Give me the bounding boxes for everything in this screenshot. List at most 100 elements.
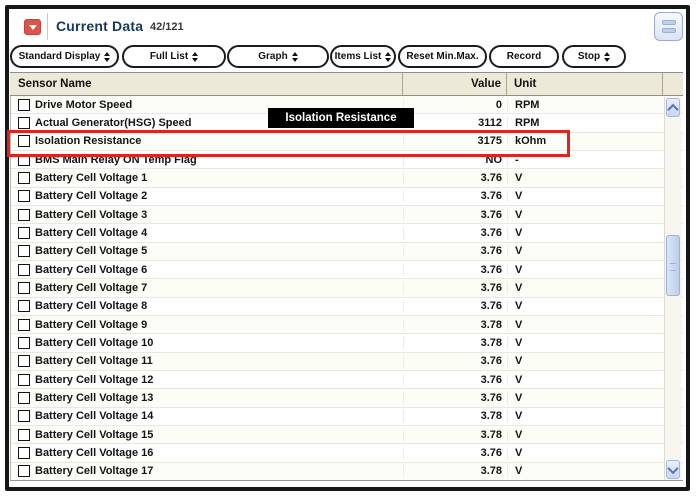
sensor-value: 0 bbox=[403, 99, 507, 111]
row-checkbox[interactable] bbox=[18, 209, 30, 221]
table-row[interactable]: Battery Cell Voltage 7 3.76 V bbox=[11, 279, 683, 297]
table-row[interactable]: Battery Cell Voltage 10 3.78 V bbox=[11, 334, 683, 352]
row-checkbox[interactable] bbox=[18, 410, 30, 422]
row-checkbox[interactable] bbox=[18, 135, 30, 147]
sensor-name-cell: Battery Cell Voltage 14 bbox=[11, 410, 403, 422]
sensor-table-body: Drive Motor Speed 0 RPM Actual Generator… bbox=[10, 96, 683, 481]
items-list-select[interactable]: Items List bbox=[330, 45, 396, 68]
table-row[interactable]: BMS Main Relay ON Temp Flag NO - bbox=[11, 151, 683, 169]
scroll-down-button[interactable] bbox=[666, 460, 680, 479]
sensor-value: 3.78 bbox=[403, 410, 507, 422]
standard-display-select[interactable]: Standard Display bbox=[10, 45, 119, 68]
sensor-unit: V bbox=[507, 374, 683, 386]
reset-minmax-button[interactable]: Reset Min.Max. bbox=[398, 45, 487, 68]
sensor-unit: V bbox=[507, 465, 683, 477]
sensor-name-cell: Battery Cell Voltage 6 bbox=[11, 264, 403, 276]
table-row[interactable]: Battery Cell Voltage 4 3.76 V bbox=[11, 224, 683, 242]
table-row[interactable]: Battery Cell Voltage 6 3.76 V bbox=[11, 261, 683, 279]
row-checkbox[interactable] bbox=[18, 282, 30, 294]
table-row[interactable]: Battery Cell Voltage 12 3.76 V bbox=[11, 371, 683, 389]
row-checkbox[interactable] bbox=[18, 300, 30, 312]
sensor-name: Battery Cell Voltage 11 bbox=[35, 355, 153, 367]
sensor-name-cell: Isolation Resistance bbox=[11, 135, 403, 147]
updown-arrows-icon bbox=[104, 52, 110, 62]
table-row[interactable]: Battery Cell Voltage 9 3.78 V bbox=[11, 316, 683, 334]
list-view-button[interactable] bbox=[654, 12, 683, 41]
table-row[interactable]: Battery Cell Voltage 5 3.76 V bbox=[11, 243, 683, 261]
sensor-name-cell: Battery Cell Voltage 11 bbox=[11, 355, 403, 367]
column-header-scroll-stub bbox=[662, 73, 683, 95]
table-row[interactable]: Battery Cell Voltage 13 3.76 V bbox=[11, 389, 683, 407]
sensor-name-cell: Battery Cell Voltage 15 bbox=[11, 429, 403, 441]
button-label: Record bbox=[507, 51, 541, 62]
row-checkbox[interactable] bbox=[18, 374, 30, 386]
table-row[interactable]: Battery Cell Voltage 1 3.76 V bbox=[11, 169, 683, 187]
page-title: Current Data bbox=[56, 18, 143, 34]
row-checkbox[interactable] bbox=[18, 465, 30, 477]
updown-arrows-icon bbox=[192, 52, 198, 62]
sensor-value: 3112 bbox=[403, 117, 507, 129]
row-checkbox[interactable] bbox=[18, 172, 30, 184]
updown-arrows-icon bbox=[292, 52, 298, 62]
table-row[interactable]: Battery Cell Voltage 14 3.78 V bbox=[11, 408, 683, 426]
sensor-name-cell: Battery Cell Voltage 7 bbox=[11, 282, 403, 294]
scroll-up-button[interactable] bbox=[666, 98, 680, 117]
row-checkbox[interactable] bbox=[18, 337, 30, 349]
graph-select[interactable]: Graph bbox=[227, 45, 329, 68]
expand-button[interactable] bbox=[24, 19, 41, 35]
row-checkbox[interactable] bbox=[18, 319, 30, 331]
sensor-name: Battery Cell Voltage 7 bbox=[35, 282, 147, 294]
sensor-name: BMS Main Relay ON Temp Flag bbox=[35, 154, 197, 166]
row-checkbox[interactable] bbox=[18, 99, 30, 111]
sensor-value: 3.76 bbox=[403, 190, 507, 202]
table-row[interactable]: Battery Cell Voltage 2 3.76 V bbox=[11, 188, 683, 206]
row-checkbox[interactable] bbox=[18, 227, 30, 239]
table-row[interactable]: Battery Cell Voltage 11 3.76 V bbox=[11, 353, 683, 371]
sensor-name-cell: Battery Cell Voltage 17 bbox=[11, 465, 403, 477]
table-row[interactable]: Battery Cell Voltage 17 3.78 V bbox=[11, 463, 683, 480]
row-checkbox[interactable] bbox=[18, 245, 30, 257]
row-checkbox[interactable] bbox=[18, 117, 30, 129]
tooltip: Isolation Resistance bbox=[268, 108, 414, 128]
sensor-unit: V bbox=[507, 227, 683, 239]
sensor-name-cell: Battery Cell Voltage 4 bbox=[11, 227, 403, 239]
row-checkbox[interactable] bbox=[18, 154, 30, 166]
sensor-unit: V bbox=[507, 447, 683, 459]
sensor-unit: V bbox=[507, 282, 683, 294]
sensor-value: 3.76 bbox=[403, 392, 507, 404]
sensor-value: 3.78 bbox=[403, 429, 507, 441]
sensor-unit: V bbox=[507, 209, 683, 221]
sensor-value: 3.76 bbox=[403, 374, 507, 386]
row-checkbox[interactable] bbox=[18, 392, 30, 404]
sensor-name-cell: Battery Cell Voltage 2 bbox=[11, 190, 403, 202]
stop-select[interactable]: Stop bbox=[562, 45, 626, 68]
sensor-value: 3.78 bbox=[403, 319, 507, 331]
table-row[interactable]: Battery Cell Voltage 3 3.76 V bbox=[11, 206, 683, 224]
sensor-name-cell: Battery Cell Voltage 8 bbox=[11, 300, 403, 312]
table-row[interactable]: Battery Cell Voltage 16 3.76 V bbox=[11, 444, 683, 462]
row-checkbox[interactable] bbox=[18, 264, 30, 276]
button-label: Reset Min.Max. bbox=[406, 51, 478, 62]
row-checkbox[interactable] bbox=[18, 429, 30, 441]
button-label: Standard Display bbox=[19, 51, 101, 62]
full-list-select[interactable]: Full List bbox=[122, 45, 226, 68]
button-label: Full List bbox=[150, 51, 188, 62]
table-row[interactable]: Battery Cell Voltage 8 3.76 V bbox=[11, 298, 683, 316]
sensor-name: Battery Cell Voltage 17 bbox=[35, 465, 153, 477]
list-icon bbox=[662, 28, 676, 33]
sensor-unit: RPM bbox=[507, 117, 683, 129]
row-checkbox[interactable] bbox=[18, 447, 30, 459]
chevron-down-icon bbox=[667, 462, 678, 473]
vertical-scrollbar[interactable] bbox=[664, 97, 681, 480]
record-button[interactable]: Record bbox=[489, 45, 559, 68]
sensor-name: Battery Cell Voltage 5 bbox=[35, 245, 147, 257]
table-row-highlighted[interactable]: Isolation Resistance 3175 kOhm bbox=[11, 133, 683, 151]
row-checkbox[interactable] bbox=[18, 355, 30, 367]
table-row[interactable]: Battery Cell Voltage 15 3.78 V bbox=[11, 426, 683, 444]
column-header-value: Value bbox=[402, 73, 506, 95]
sensor-name: Battery Cell Voltage 2 bbox=[35, 190, 147, 202]
sensor-name-cell: Battery Cell Voltage 12 bbox=[11, 374, 403, 386]
row-checkbox[interactable] bbox=[18, 190, 30, 202]
scrollbar-thumb[interactable] bbox=[666, 235, 680, 296]
sensor-value: 3.76 bbox=[403, 209, 507, 221]
